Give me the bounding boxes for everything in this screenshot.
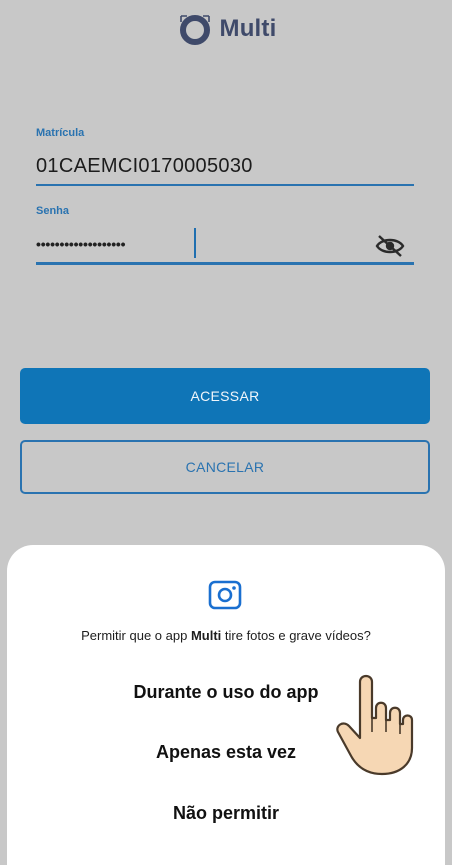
pointing-hand-icon: [336, 674, 414, 776]
deny-button[interactable]: Não permitir: [0, 803, 452, 824]
text-caret: [194, 228, 196, 258]
multi-logo-icon: [179, 15, 210, 45]
acessar-button[interactable]: ACESSAR: [20, 368, 430, 424]
app-logo: Multi: [0, 10, 452, 48]
cancelar-button[interactable]: CANCELAR: [20, 440, 430, 494]
matricula-input[interactable]: 01CAEMCI0170005030: [36, 155, 253, 178]
permission-question: Permitir que o app Multi tire fotos e gr…: [81, 628, 371, 643]
permission-app-name: Multi: [190, 628, 222, 643]
senha-underline: [36, 262, 414, 265]
senha-input[interactable]: •••••••••••••••••••: [36, 236, 126, 252]
matricula-underline: [36, 184, 414, 186]
senha-label: Senha: [36, 205, 70, 217]
eye-off-icon[interactable]: [375, 233, 405, 259]
matricula-label: Matrícula: [36, 127, 85, 139]
logo-text: Multi: [219, 15, 277, 42]
camera-icon: [208, 580, 242, 610]
